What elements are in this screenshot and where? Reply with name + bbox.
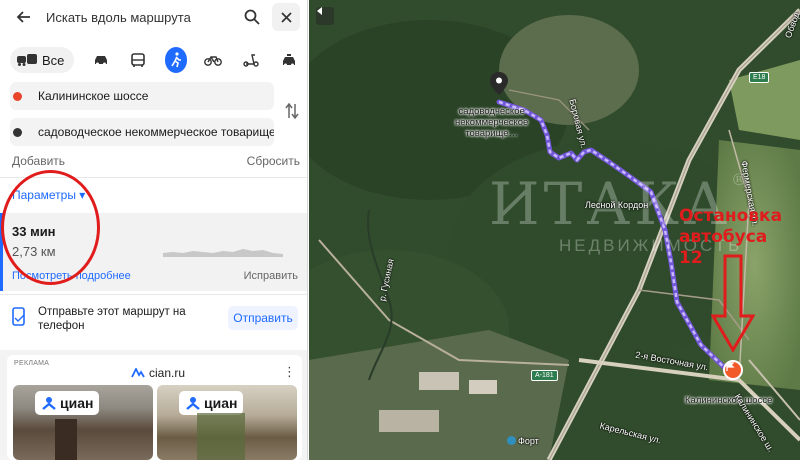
ad-card[interactable]: РЕКЛАМА cian.ru ⋮ циан циан xyxy=(7,355,302,460)
swap-icon xyxy=(285,102,299,120)
route-fix-link[interactable]: Исправить xyxy=(244,270,298,282)
mode-scooter-button[interactable] xyxy=(240,47,263,73)
ad-brand-label: cian.ru xyxy=(149,366,186,380)
bicycle-icon xyxy=(204,56,223,66)
start-marker[interactable] xyxy=(723,360,743,380)
divider xyxy=(0,177,307,178)
pin-icon xyxy=(490,72,508,95)
mode-bike-button[interactable] xyxy=(202,47,225,73)
ad-section: РЕКЛАМА cian.ru ⋮ циан циан xyxy=(0,350,307,460)
cian-badge: циан xyxy=(35,391,100,415)
annotation-arrow-icon xyxy=(711,254,755,352)
send-to-phone-text: Отправьте этот маршрут на телефон xyxy=(38,306,186,332)
close-button[interactable] xyxy=(272,3,300,31)
route-details-link[interactable]: Посмотреть подробнее xyxy=(12,270,131,282)
route-option-card[interactable]: 33 мин 2,73 км Посмотреть подробнее Испр… xyxy=(0,213,307,291)
mode-all-button[interactable]: Все xyxy=(10,47,75,73)
scooter-icon xyxy=(243,54,259,67)
mode-walk-button[interactable] xyxy=(164,47,188,73)
walk-icon xyxy=(171,52,181,68)
cian-badge-label: циан xyxy=(60,395,94,411)
ad-photo[interactable]: циан xyxy=(157,385,297,460)
chevron-left-icon xyxy=(317,7,322,15)
search-icon xyxy=(244,9,260,25)
destination-label-line: садоводческое xyxy=(458,106,525,117)
start-label: Калининское шоссе xyxy=(685,395,773,406)
destination-label-line: некоммерческое xyxy=(455,117,529,128)
cian-logo-icon xyxy=(42,397,56,410)
reset-button[interactable]: Сбросить xyxy=(247,154,300,168)
end-dot-icon xyxy=(13,128,22,137)
transport-modes: Все xyxy=(10,46,300,74)
taxi-icon xyxy=(282,53,295,66)
route-actions: Добавить Сбросить xyxy=(12,154,300,168)
destination-label: садоводческое некоммерческое товарище… xyxy=(455,106,528,139)
mode-taxi-button[interactable] xyxy=(277,47,300,73)
annotation-line: Остановка xyxy=(679,206,783,226)
search-input[interactable]: Искать вдоль маршрута xyxy=(46,10,238,25)
route-point-to[interactable]: садоводческое некоммерческое товарищест… xyxy=(10,118,274,146)
road-shield: А-181 xyxy=(531,370,558,381)
ad-label: РЕКЛАМА xyxy=(14,360,50,367)
elevation-profile xyxy=(163,249,283,257)
route-search-bar: Искать вдоль маршрута xyxy=(12,2,300,32)
collapse-panel-button[interactable] xyxy=(316,7,334,25)
back-button[interactable] xyxy=(12,5,36,29)
close-icon xyxy=(280,11,292,23)
cian-logo-icon xyxy=(131,368,145,378)
cian-logo-icon xyxy=(186,397,200,410)
car-icon xyxy=(94,56,107,66)
annotation-line: автобуса xyxy=(679,227,768,247)
swap-button[interactable] xyxy=(284,102,300,120)
arrow-left-icon xyxy=(16,11,30,23)
route-params-button[interactable]: Параметры ▾ xyxy=(12,188,85,202)
start-dot-icon xyxy=(13,92,22,101)
send-button[interactable]: Отправить xyxy=(228,306,298,330)
send-to-phone: Отправьте этот маршрут на телефон Отправ… xyxy=(0,298,307,344)
phone-icon xyxy=(12,307,26,330)
more-options-icon[interactable]: ⋮ xyxy=(283,364,296,380)
route-point-to-label: садоводческое некоммерческое товарищест… xyxy=(38,125,274,139)
place-label: Форт xyxy=(507,436,539,446)
flag-icon xyxy=(726,362,735,371)
mode-bus-button[interactable] xyxy=(127,47,150,73)
route-distance: 2,73 км xyxy=(12,244,56,259)
divider xyxy=(0,294,307,295)
road-shield: E18 xyxy=(749,72,770,83)
mode-car-button[interactable] xyxy=(89,47,112,73)
mode-all-label: Все xyxy=(42,52,65,68)
ad-photo-curtain xyxy=(197,413,245,460)
ad-photo[interactable]: циан xyxy=(13,385,153,460)
route-point-from-label: Калининское шоссе xyxy=(38,89,149,103)
destination-label-line: товарище… xyxy=(465,128,519,139)
route-point-from[interactable]: Калининское шоссе xyxy=(10,82,274,110)
ad-photo-door xyxy=(55,419,77,460)
cian-badge: циан xyxy=(179,391,244,415)
place-fort-label: Форт xyxy=(518,436,539,446)
poi-star-icon xyxy=(507,436,516,445)
car-bus-icon xyxy=(17,54,37,66)
ad-brand[interactable]: cian.ru xyxy=(131,366,185,380)
route-time: 33 мин xyxy=(12,224,56,239)
route-panel: Искать вдоль маршрута Все Калининское шо… xyxy=(0,0,308,460)
add-point-button[interactable]: Добавить xyxy=(12,154,65,168)
bus-icon xyxy=(131,52,146,67)
map-view[interactable]: ИТАКА® НЕДВИЖИМОСТЬ садоводческое некомм… xyxy=(309,0,800,460)
search-button[interactable] xyxy=(238,3,266,31)
cian-badge-label: циан xyxy=(204,395,238,411)
place-label: Лесной Кордон xyxy=(585,200,649,210)
